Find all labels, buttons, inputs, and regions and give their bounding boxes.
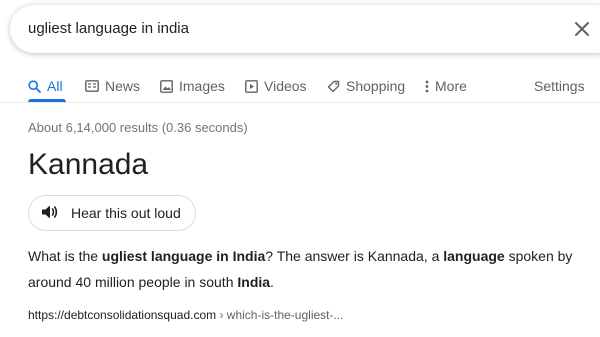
image-icon <box>160 79 173 93</box>
tts-label: Hear this out loud <box>71 205 181 221</box>
tab-news[interactable]: News <box>85 78 140 94</box>
tab-label: All <box>47 78 63 94</box>
speaker-icon <box>41 204 59 223</box>
snippet-line: What is the ugliest language in India? T… <box>28 243 600 269</box>
tab-shopping[interactable]: Shopping <box>327 78 405 94</box>
snippet-bold: ugliest language in India <box>101 248 266 264</box>
tab-label: Images <box>179 78 225 94</box>
search-tabs: All News Images Videos Shopping More Set… <box>0 74 600 102</box>
video-icon <box>245 79 258 93</box>
tab-label: More <box>435 78 467 94</box>
source-domain: https://debtconsolidationsquad.com <box>28 308 217 322</box>
tab-label: Shopping <box>346 78 406 94</box>
settings-link[interactable]: Settings <box>534 78 585 94</box>
more-vert-icon <box>425 80 429 93</box>
featured-snippet: What is the ugliest language in India? T… <box>28 243 600 295</box>
tab-label: Videos <box>264 78 307 94</box>
hear-this-out-loud-button[interactable]: Hear this out loud <box>28 195 196 231</box>
search-icon <box>28 79 41 93</box>
snippet-bold: language <box>443 248 505 264</box>
snippet-text: ? The answer is Kannada, a <box>265 248 444 264</box>
tab-more[interactable]: More <box>425 78 467 94</box>
news-icon <box>85 80 99 92</box>
snippet-text: spoken by <box>504 248 573 264</box>
snippet-bold: India <box>237 274 271 290</box>
snippet-text: What is the <box>28 248 102 264</box>
search-input[interactable]: ugliest language in india <box>28 20 189 37</box>
snippet-line: around 40 million people in south India. <box>28 269 600 295</box>
snippet-text: around 40 million people in south <box>28 274 238 290</box>
close-icon[interactable] <box>572 19 592 39</box>
settings-label: Settings <box>534 78 585 94</box>
tab-images[interactable]: Images <box>160 78 225 94</box>
snippet-text: . <box>270 274 274 290</box>
tag-icon <box>327 80 340 93</box>
divider <box>0 102 600 103</box>
tab-all[interactable]: All <box>28 78 63 94</box>
source-url[interactable]: https://debtconsolidationsquad.com › whi… <box>28 308 344 322</box>
source-path: › which-is-the-ugliest-... <box>216 308 344 322</box>
tab-videos[interactable]: Videos <box>245 78 307 94</box>
featured-answer: Kannada <box>28 148 149 181</box>
result-stats: About 6,14,000 results (0.36 seconds) <box>28 120 248 135</box>
tab-label: News <box>105 78 141 94</box>
search-bar[interactable]: ugliest language in india <box>10 5 600 53</box>
